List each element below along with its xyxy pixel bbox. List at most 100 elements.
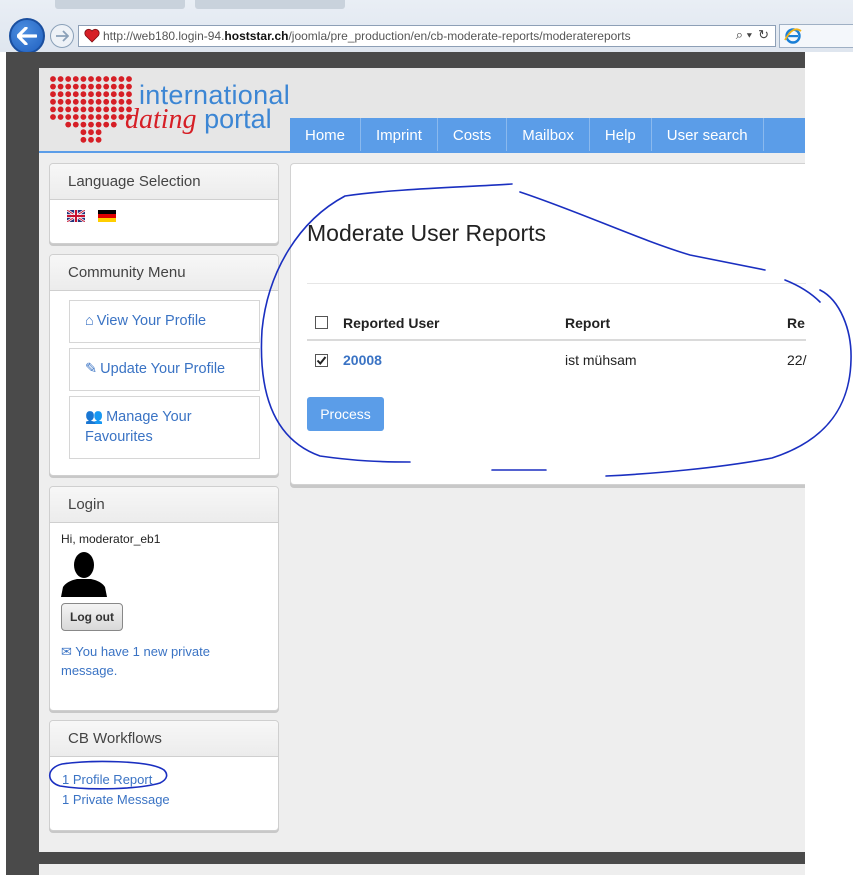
logo-heart-dot <box>95 106 102 113</box>
logo-heart-dot <box>88 76 94 82</box>
logo-heart-dot <box>110 91 117 98</box>
menu-item-label: View Your Profile <box>96 313 207 329</box>
page-title: Moderate User Reports <box>307 220 547 246</box>
logo-heart-dot <box>65 83 72 90</box>
logo-heart-dot <box>118 114 125 120</box>
logo-heart-dot <box>110 98 117 105</box>
report-text: ist mühsam <box>565 352 637 368</box>
column-header-reported-user[interactable]: Reported User <box>343 306 439 339</box>
private-message-text: You have 1 new private message. <box>61 644 210 678</box>
logo-heart-dot <box>126 83 132 90</box>
germany-flag-icon[interactable] <box>98 210 116 222</box>
logo-heart-dot <box>95 76 102 82</box>
logo-heart-dot <box>50 91 56 98</box>
forward-button[interactable] <box>50 24 74 48</box>
envelope-icon: ✉ <box>61 644 72 659</box>
logo-heart-dot <box>118 106 125 113</box>
logo-heart-dot <box>118 91 125 98</box>
reports-table: Reported User Report Re 20008 ist mühsam <box>307 306 806 379</box>
logo-heart-dot <box>88 121 94 128</box>
logo-heart-dot <box>50 83 56 90</box>
login-greeting: Hi, moderator_eb1 <box>61 532 161 546</box>
browser-tab[interactable] <box>55 0 185 9</box>
view-profile-link[interactable]: ⌂ View Your Profile <box>69 300 260 343</box>
logo-heart-dot <box>65 114 72 120</box>
menu-item-label: Update Your Profile <box>100 361 226 377</box>
address-bar[interactable]: http://web180.login-94.hoststar.ch/jooml… <box>78 25 776 47</box>
logo-heart-dot <box>57 76 64 82</box>
profile-report-link[interactable]: 1 Profile Report <box>62 772 152 787</box>
logout-button[interactable]: Log out <box>61 603 123 631</box>
logo-heart-dot <box>88 98 94 105</box>
manage-favourites-link[interactable]: 👥 Manage Your Favourites <box>69 396 260 459</box>
logo-heart-dot <box>50 98 56 105</box>
logo-heart-dot <box>80 91 87 98</box>
logo-heart-dot <box>110 114 117 120</box>
report-date: 22/ <box>787 352 807 368</box>
logo-heart-dot <box>65 121 72 128</box>
site-header: international dating portal Home Imprint… <box>39 68 805 153</box>
logo-heart-dot <box>80 121 87 128</box>
logo-text-portal: portal <box>204 104 272 134</box>
main-navigation: Home Imprint Costs Mailbox Help User sea… <box>290 118 805 153</box>
search-dropdown-icon[interactable]: ⌕ ▾ <box>736 27 752 43</box>
logo-heart-dot <box>57 91 64 98</box>
refresh-icon[interactable]: ↻ <box>758 27 769 43</box>
logo-heart-dot <box>103 83 110 90</box>
nav-mailbox[interactable]: Mailbox <box>507 118 590 153</box>
logo-heart-dot <box>110 121 117 128</box>
logo-heart-dot <box>80 98 87 105</box>
logo-heart-dot <box>88 129 94 136</box>
logo-heart-dot <box>95 91 102 98</box>
logo-heart-dot <box>72 91 79 98</box>
logo-heart-dot <box>65 76 72 82</box>
back-button[interactable] <box>9 18 45 54</box>
browser-tab[interactable] <box>195 0 345 9</box>
browser-active-tab[interactable] <box>779 24 853 48</box>
users-icon: 👥 <box>85 409 104 425</box>
logo-heart-dot <box>65 98 72 105</box>
nav-user-search[interactable]: User search <box>652 118 764 153</box>
forward-arrow-icon <box>56 30 69 42</box>
cb-workflows-module: CB Workflows 1 Profile Report 1 Private … <box>49 720 279 831</box>
site-container: international dating portal Home Imprint… <box>39 68 806 852</box>
logo-heart-dot <box>65 106 72 113</box>
column-header-date[interactable]: Re <box>787 306 805 339</box>
table-row: 20008 ist mühsam 22/ <box>307 341 806 379</box>
logo-heart-dot <box>50 106 56 113</box>
logo-heart-dot <box>80 129 87 136</box>
logo-heart-dot <box>72 114 79 120</box>
community-menu-module: Community Menu ⌂ View Your Profile ✎ Updat… <box>49 254 279 476</box>
private-message-workflow-link[interactable]: 1 Private Message <box>62 792 170 807</box>
private-message-link[interactable]: ✉ You have 1 new private message. <box>61 642 261 680</box>
update-profile-link[interactable]: ✎ Update Your Profile <box>69 348 260 391</box>
process-button[interactable]: Process <box>307 397 384 431</box>
address-bar-actions: ⌕ ▾ ↻ <box>736 27 769 43</box>
site-footer <box>39 864 805 875</box>
column-header-report[interactable]: Report <box>565 306 610 339</box>
select-all-checkbox[interactable] <box>315 316 328 329</box>
logo-heart-dot <box>95 114 102 120</box>
logo-heart-dot <box>65 91 72 98</box>
logo-heart-dot <box>103 121 110 128</box>
table-header-row: Reported User Report Re <box>307 306 806 341</box>
nav-costs[interactable]: Costs <box>438 118 508 153</box>
row-checkbox[interactable] <box>315 353 328 367</box>
nav-help[interactable]: Help <box>590 118 652 153</box>
logo-heart-dot <box>57 83 64 90</box>
url-text[interactable]: http://web180.login-94.hoststar.ch/jooml… <box>103 29 631 43</box>
logo-heart-dot <box>80 76 87 82</box>
logo-heart-dot <box>57 114 64 120</box>
reported-user-link[interactable]: 20008 <box>343 341 382 379</box>
browser-toolbar: http://web180.login-94.hoststar.ch/jooml… <box>0 0 853 54</box>
module-title: Community Menu <box>50 255 278 291</box>
logo-heart-dot <box>126 76 132 82</box>
nav-home[interactable]: Home <box>290 118 362 153</box>
uk-flag-icon[interactable] <box>67 210 85 222</box>
main-content: Moderate User Reports Reported User Repo… <box>290 163 806 485</box>
nav-imprint[interactable]: Imprint <box>361 118 438 153</box>
site-logo[interactable]: international dating portal <box>47 74 290 146</box>
logo-heart-dot <box>50 114 56 120</box>
url-prefix: http://web180.login-94. <box>103 29 225 43</box>
module-title: Login <box>50 487 278 523</box>
